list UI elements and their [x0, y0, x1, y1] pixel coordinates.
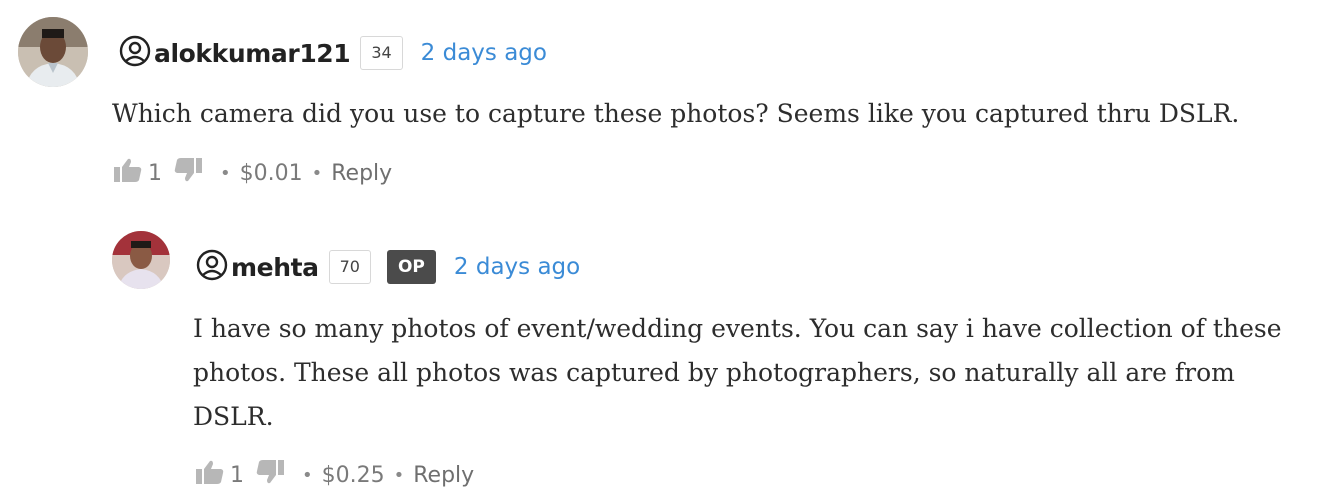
at-icon	[118, 34, 152, 72]
timestamp[interactable]: 2 days ago	[454, 254, 580, 280]
avatar[interactable]	[112, 231, 170, 289]
comment-body: I have so many photos of event/wedding e…	[193, 314, 1282, 431]
comment-footer: 1 • $0.01 • Reply	[114, 158, 392, 188]
op-badge: OP	[386, 250, 436, 284]
payout[interactable]: $0.01	[240, 161, 303, 186]
separator: •	[302, 464, 313, 486]
comment-body: Which camera did you use to capture thes…	[112, 99, 1240, 128]
timestamp[interactable]: 2 days ago	[421, 40, 547, 66]
reply-link[interactable]: Reply	[413, 463, 474, 488]
username[interactable]: alokkumar121	[154, 39, 351, 68]
comment-header: mehta 70 OP 2 days ago	[195, 248, 580, 286]
thumbs-up-icon[interactable]	[196, 460, 224, 490]
vote-count: 1	[230, 462, 244, 488]
separator: •	[393, 464, 405, 486]
comment-header: alokkumar121 34 2 days ago	[118, 34, 547, 72]
thumbs-down-icon[interactable]	[174, 158, 202, 188]
vote-count: 1	[148, 160, 162, 186]
reputation-badge: 70	[328, 250, 371, 284]
reply-link[interactable]: Reply	[331, 161, 392, 186]
avatar[interactable]	[18, 17, 88, 87]
username[interactable]: mehta	[231, 253, 319, 282]
payout[interactable]: $0.25	[322, 463, 385, 488]
reputation-badge: 34	[360, 36, 403, 70]
thumbs-up-icon[interactable]	[114, 158, 142, 188]
separator: •	[220, 162, 231, 184]
at-icon	[195, 248, 229, 286]
separator: •	[311, 162, 323, 184]
thumbs-down-icon[interactable]	[256, 460, 284, 490]
comment-footer: 1 • $0.25 • Reply	[196, 460, 474, 490]
